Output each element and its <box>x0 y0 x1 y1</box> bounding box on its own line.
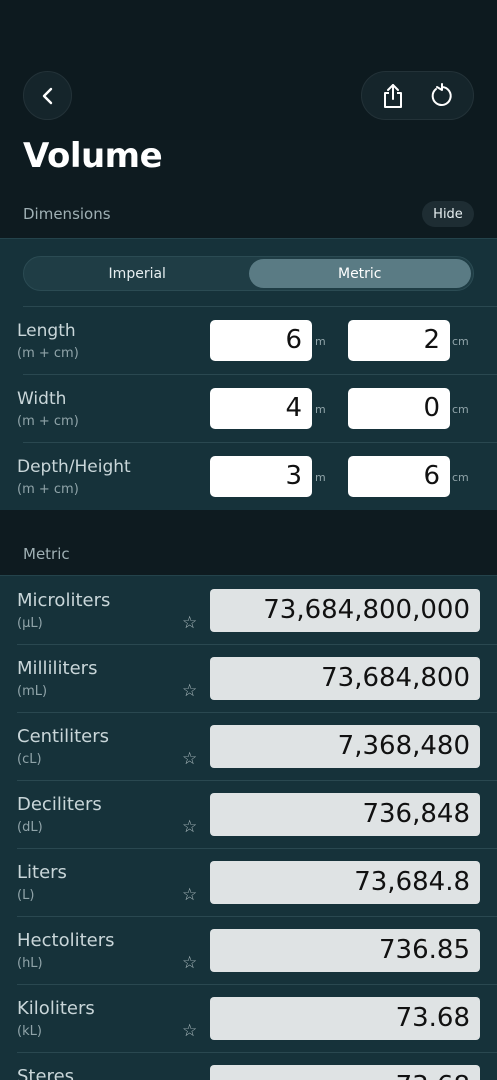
dimension-label: Width <box>17 389 67 409</box>
divider <box>17 984 497 985</box>
star-icon[interactable]: ☆ <box>182 750 200 768</box>
segment-metric[interactable]: Metric <box>248 259 471 288</box>
dimension-sublabel: (m + cm) <box>17 346 79 361</box>
share-icon <box>383 83 402 108</box>
page-title: Volume <box>23 136 163 176</box>
list-item: Kiloliters (kL) ☆ 73.68 <box>0 984 497 1052</box>
divider <box>17 848 497 849</box>
result-value: 736.85 <box>210 929 480 972</box>
list-item: Steres ☆ 73.68 <box>0 1052 497 1080</box>
unit-name: Microliters <box>17 590 111 611</box>
unit-name: Deciliters <box>17 794 102 815</box>
unit-label: cm <box>452 471 469 484</box>
result-value: 73,684,800 <box>210 657 480 700</box>
star-icon[interactable]: ☆ <box>182 954 200 972</box>
unit-abbreviation: (mL) <box>17 684 48 699</box>
dimension-row-width: Width (m + cm) 4 m 0 cm <box>0 374 497 442</box>
unit-system-segmented-control: Imperial Metric <box>23 256 474 291</box>
unit-label: cm <box>452 335 469 348</box>
metric-results-list: Microliters (µL) ☆ 73,684,800,000 Millil… <box>0 575 497 1080</box>
back-button[interactable] <box>23 71 72 120</box>
dimension-sublabel: (m + cm) <box>17 482 79 497</box>
star-icon[interactable]: ☆ <box>182 682 200 700</box>
unit-abbreviation: (cL) <box>17 752 42 767</box>
dimension-sublabel: (m + cm) <box>17 414 79 429</box>
result-value: 7,368,480 <box>210 725 480 768</box>
star-icon[interactable]: ☆ <box>182 614 200 632</box>
depth-m-input[interactable]: 3 <box>210 456 312 497</box>
width-cm-input[interactable]: 0 <box>348 388 450 429</box>
unit-abbreviation: (L) <box>17 888 35 903</box>
list-item: Milliliters (mL) ☆ 73,684,800 <box>0 644 497 712</box>
result-value: 73,684,800,000 <box>210 589 480 632</box>
unit-label: m <box>315 471 326 484</box>
unit-name: Liters <box>17 862 67 883</box>
result-value: 73.68 <box>210 997 480 1040</box>
star-icon[interactable]: ☆ <box>182 1022 200 1040</box>
chevron-left-icon <box>42 87 52 104</box>
dimensions-section-label: Dimensions <box>23 205 111 223</box>
dimension-label: Depth/Height <box>17 457 131 477</box>
width-m-input[interactable]: 4 <box>210 388 312 429</box>
divider <box>17 780 497 781</box>
dimension-label: Length <box>17 321 76 341</box>
length-cm-input[interactable]: 2 <box>348 320 450 361</box>
result-value: 736,848 <box>210 793 480 836</box>
unit-label: m <box>315 403 326 416</box>
unit-name: Centiliters <box>17 726 110 747</box>
list-item: Centiliters (cL) ☆ 7,368,480 <box>0 712 497 780</box>
segment-imperial[interactable]: Imperial <box>26 259 249 288</box>
dimensions-panel: Imperial Metric Length (m + cm) 6 m 2 cm… <box>0 238 497 510</box>
reset-button[interactable] <box>422 76 462 116</box>
divider <box>17 712 497 713</box>
metric-section-label: Metric <box>23 545 70 563</box>
list-item: Microliters (µL) ☆ 73,684,800,000 <box>0 576 497 644</box>
unit-label: cm <box>452 403 469 416</box>
reset-icon <box>431 82 452 106</box>
depth-cm-input[interactable]: 6 <box>348 456 450 497</box>
result-value: 73.68 <box>210 1065 480 1080</box>
divider <box>23 442 497 443</box>
unit-abbreviation: (µL) <box>17 616 43 631</box>
dimension-row-length: Length (m + cm) 6 m 2 cm <box>0 306 497 374</box>
unit-abbreviation: (hL) <box>17 956 43 971</box>
divider <box>17 1052 497 1053</box>
length-m-input[interactable]: 6 <box>210 320 312 361</box>
unit-abbreviation: (kL) <box>17 1024 42 1039</box>
unit-abbreviation: (dL) <box>17 820 43 835</box>
list-item: Deciliters (dL) ☆ 736,848 <box>0 780 497 848</box>
divider <box>17 644 497 645</box>
list-item: Liters (L) ☆ 73,684.8 <box>0 848 497 916</box>
divider <box>23 374 497 375</box>
divider <box>17 916 497 917</box>
result-value: 73,684.8 <box>210 861 480 904</box>
unit-name: Kiloliters <box>17 998 95 1019</box>
unit-name: Hectoliters <box>17 930 115 951</box>
header-actions <box>361 71 474 120</box>
share-button[interactable] <box>373 76 413 116</box>
dimension-row-depth: Depth/Height (m + cm) 3 m 6 cm <box>0 442 497 510</box>
unit-name: Milliliters <box>17 658 98 679</box>
unit-label: m <box>315 335 326 348</box>
hide-button[interactable]: Hide <box>422 201 474 227</box>
star-icon[interactable]: ☆ <box>182 818 200 836</box>
unit-name: Steres <box>17 1066 75 1080</box>
star-icon[interactable]: ☆ <box>182 886 200 904</box>
divider <box>23 306 497 307</box>
list-item: Hectoliters (hL) ☆ 736.85 <box>0 916 497 984</box>
